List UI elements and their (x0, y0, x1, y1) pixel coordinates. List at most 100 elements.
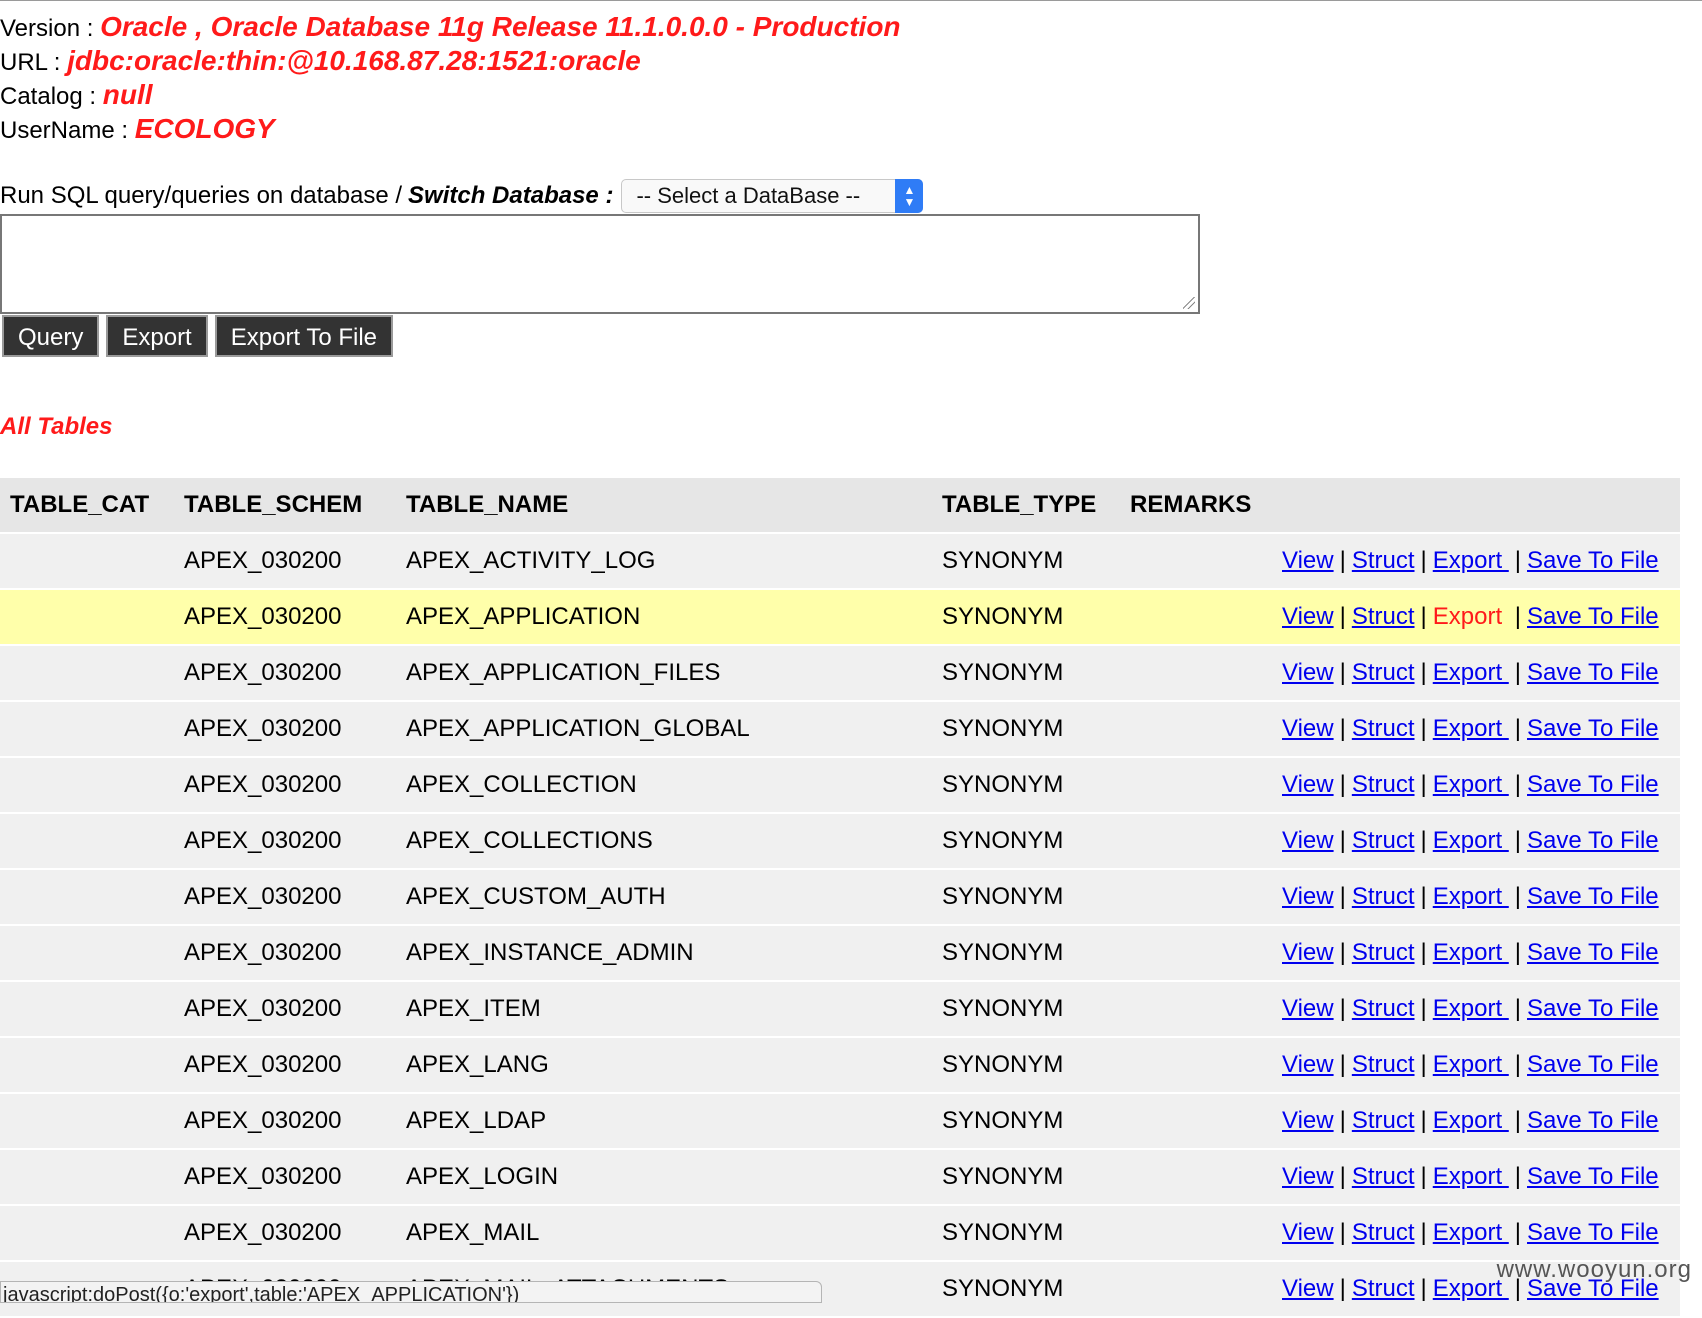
row-actions: View | Struct | Export | Save To File (1282, 534, 1659, 588)
cell-table-schem: APEX_030200 (184, 715, 342, 742)
export-link[interactable]: Export (1433, 771, 1509, 798)
view-link[interactable]: View (1282, 1219, 1334, 1246)
struct-link[interactable]: Struct (1352, 1275, 1415, 1302)
save-to-file-link[interactable]: Save To File (1527, 1219, 1659, 1246)
view-link[interactable]: View (1282, 1107, 1334, 1134)
database-select[interactable]: -- Select a DataBase -- ▲ ▼ (621, 179, 924, 213)
action-separator: | (1420, 1163, 1427, 1190)
save-to-file-link[interactable]: Save To File (1527, 939, 1659, 966)
view-link[interactable]: View (1282, 771, 1334, 798)
export-to-file-button[interactable]: Export To File (214, 315, 394, 357)
action-separator: | (1339, 1275, 1346, 1302)
section-title: All Tables (0, 413, 113, 440)
save-to-file-link[interactable]: Save To File (1527, 1051, 1659, 1078)
struct-link[interactable]: Struct (1352, 939, 1415, 966)
save-to-file-link[interactable]: Save To File (1527, 1163, 1659, 1190)
cell-table-type: SYNONYM (942, 995, 1064, 1022)
struct-link[interactable]: Struct (1352, 603, 1415, 630)
struct-link[interactable]: Struct (1352, 1107, 1415, 1134)
row-actions: View | Struct | Export | Save To File (1282, 814, 1659, 868)
struct-link[interactable]: Struct (1352, 827, 1415, 854)
action-separator: | (1339, 1219, 1346, 1246)
save-to-file-link[interactable]: Save To File (1527, 827, 1659, 854)
action-separator: | (1514, 1219, 1522, 1246)
save-to-file-link[interactable]: Save To File (1527, 659, 1659, 686)
action-separator: | (1420, 827, 1427, 854)
query-button[interactable]: Query (2, 315, 100, 357)
struct-link[interactable]: Struct (1352, 883, 1415, 910)
view-link[interactable]: View (1282, 827, 1334, 854)
query-line: Run SQL query/queries on database / Swit… (0, 178, 924, 214)
table-row: APEX_030200 APEX_COLLECTION SYNONYM View | St… (0, 758, 1680, 814)
view-link[interactable]: View (1282, 1051, 1334, 1078)
view-link[interactable]: View (1282, 659, 1334, 686)
view-link[interactable]: View (1282, 883, 1334, 910)
export-link[interactable]: Export (1433, 1051, 1509, 1078)
export-link[interactable]: Export (1433, 827, 1509, 854)
column-header-table-schem: TABLE_SCHEM (184, 491, 363, 518)
export-link[interactable]: Export (1433, 883, 1509, 910)
table-row: APEX_030200 APEX_LANG SYNONYM View | Struct | E… (0, 1038, 1680, 1094)
cell-table-type: SYNONYM (942, 547, 1064, 574)
save-to-file-link[interactable]: Save To File (1527, 771, 1659, 798)
export-link[interactable]: Export (1433, 603, 1509, 630)
struct-link[interactable]: Struct (1352, 771, 1415, 798)
export-link[interactable]: Export (1433, 939, 1509, 966)
action-separator: | (1339, 547, 1346, 574)
export-link[interactable]: Export (1433, 1163, 1509, 1190)
view-link[interactable]: View (1282, 715, 1334, 742)
cell-table-schem: APEX_030200 (184, 1163, 342, 1190)
action-separator: | (1339, 715, 1346, 742)
export-link[interactable]: Export (1433, 995, 1509, 1022)
save-to-file-link[interactable]: Save To File (1527, 1107, 1659, 1134)
save-to-file-link[interactable]: Save To File (1527, 883, 1659, 910)
cell-table-schem: APEX_030200 (184, 1107, 342, 1134)
export-link[interactable]: Export (1433, 547, 1509, 574)
tables-table: TABLE_CAT TABLE_SCHEM TABLE_NAME TABLE_T… (0, 478, 1680, 1318)
cell-table-type: SYNONYM (942, 603, 1064, 630)
sql-query-textarea[interactable] (0, 214, 1200, 314)
view-link[interactable]: View (1282, 1275, 1334, 1302)
action-separator: | (1514, 771, 1522, 798)
export-button[interactable]: Export (106, 315, 208, 357)
catalog-label: Catalog : (0, 83, 103, 110)
row-actions: View | Struct | Export | Save To File (1282, 758, 1659, 812)
save-to-file-link[interactable]: Save To File (1527, 995, 1659, 1022)
view-link[interactable]: View (1282, 939, 1334, 966)
view-link[interactable]: View (1282, 1163, 1334, 1190)
struct-link[interactable]: Struct (1352, 1163, 1415, 1190)
struct-link[interactable]: Struct (1352, 547, 1415, 574)
cell-table-name: APEX_APPLICATION_GLOBAL (406, 715, 750, 742)
struct-link[interactable]: Struct (1352, 1219, 1415, 1246)
cell-table-schem: APEX_030200 (184, 1219, 342, 1246)
struct-link[interactable]: Struct (1352, 1051, 1415, 1078)
save-to-file-link[interactable]: Save To File (1527, 603, 1659, 630)
select-arrows-icon: ▲ ▼ (895, 179, 924, 213)
export-link[interactable]: Export (1433, 1219, 1509, 1246)
action-separator: | (1420, 883, 1427, 910)
save-to-file-link[interactable]: Save To File (1527, 715, 1659, 742)
struct-link[interactable]: Struct (1352, 715, 1415, 742)
cell-table-type: SYNONYM (942, 827, 1064, 854)
column-header-table-type: TABLE_TYPE (942, 491, 1097, 518)
cell-table-name: APEX_COLLECTIONS (406, 827, 653, 854)
export-link[interactable]: Export (1433, 659, 1509, 686)
cell-table-schem: APEX_030200 (184, 547, 342, 574)
url-line: URL : jdbc:oracle:thin:@10.168.87.28:152… (0, 44, 901, 78)
export-link[interactable]: Export (1433, 1107, 1509, 1134)
cell-table-name: APEX_INSTANCE_ADMIN (406, 939, 694, 966)
struct-link[interactable]: Struct (1352, 659, 1415, 686)
table-row: APEX_030200 APEX_ACTIVITY_LOG SYNONYM View |… (0, 534, 1680, 590)
view-link[interactable]: View (1282, 547, 1334, 574)
view-link[interactable]: View (1282, 603, 1334, 630)
cell-table-type: SYNONYM (942, 1163, 1064, 1190)
view-link[interactable]: View (1282, 995, 1334, 1022)
struct-link[interactable]: Struct (1352, 995, 1415, 1022)
resize-grip-icon[interactable] (1183, 297, 1195, 309)
action-separator: | (1420, 771, 1427, 798)
save-to-file-link[interactable]: Save To File (1527, 547, 1659, 574)
cell-table-name: APEX_MAIL (406, 1219, 540, 1246)
export-link[interactable]: Export (1433, 715, 1509, 742)
row-actions: View | Struct | Export | Save To File (1282, 926, 1659, 980)
cell-table-schem: APEX_030200 (184, 883, 342, 910)
